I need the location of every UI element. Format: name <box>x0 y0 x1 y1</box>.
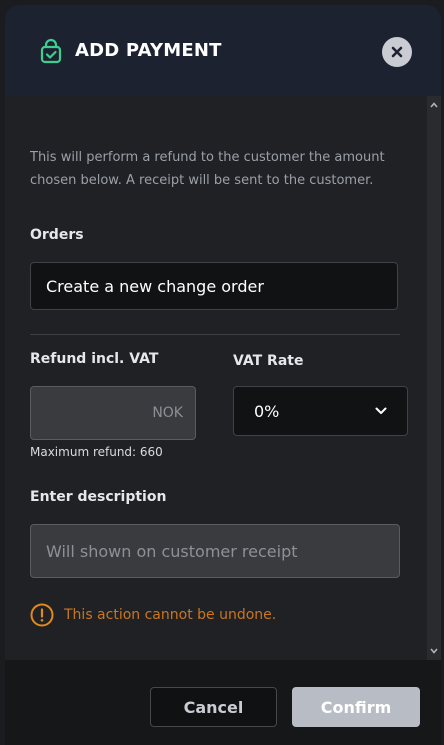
cancel-button[interactable]: Cancel <box>150 687 277 727</box>
refund-input[interactable]: NOK <box>30 386 196 440</box>
currency-suffix: NOK <box>152 405 183 421</box>
intro-text: This will perform a refund to the custom… <box>30 150 385 188</box>
warning-icon <box>30 603 54 627</box>
description-input[interactable]: Will shown on customer receipt <box>30 524 400 578</box>
warning-message: This action cannot be undone. <box>30 603 276 627</box>
vat-rate-select[interactable]: 0% <box>233 386 408 436</box>
shopping-bag-check-icon <box>40 38 62 64</box>
add-payment-modal: ADD PAYMENT This will perform a refund t… <box>5 5 441 745</box>
confirm-button[interactable]: Confirm <box>292 687 420 727</box>
chevron-up-icon <box>430 102 438 108</box>
close-button[interactable] <box>382 37 412 67</box>
modal-title: ADD PAYMENT <box>75 40 222 61</box>
warning-text: This action cannot be undone. <box>64 607 277 623</box>
divider <box>30 334 400 335</box>
max-refund-text: Maximum refund: 660 <box>30 445 163 459</box>
modal-header: ADD PAYMENT <box>5 5 441 96</box>
modal-body: This will perform a refund to the custom… <box>5 96 441 660</box>
chevron-down-icon <box>430 648 438 654</box>
close-icon <box>391 46 403 58</box>
refund-label: Refund incl. VAT <box>30 351 159 367</box>
description-placeholder: Will shown on customer receipt <box>46 541 298 561</box>
scroll-down-arrow[interactable] <box>427 644 441 658</box>
orders-value: Create a new change order <box>46 276 264 296</box>
orders-select[interactable]: Create a new change order <box>30 262 398 310</box>
vat-rate-value: 0% <box>254 401 280 421</box>
modal-footer: Cancel Confirm <box>5 660 441 745</box>
scroll-up-arrow[interactable] <box>427 98 441 112</box>
vat-rate-label: VAT Rate <box>233 353 304 369</box>
orders-label: Orders <box>30 227 84 243</box>
scrollbar[interactable] <box>427 96 441 660</box>
description-label: Enter description <box>30 489 167 505</box>
chevron-down-icon <box>375 407 387 414</box>
